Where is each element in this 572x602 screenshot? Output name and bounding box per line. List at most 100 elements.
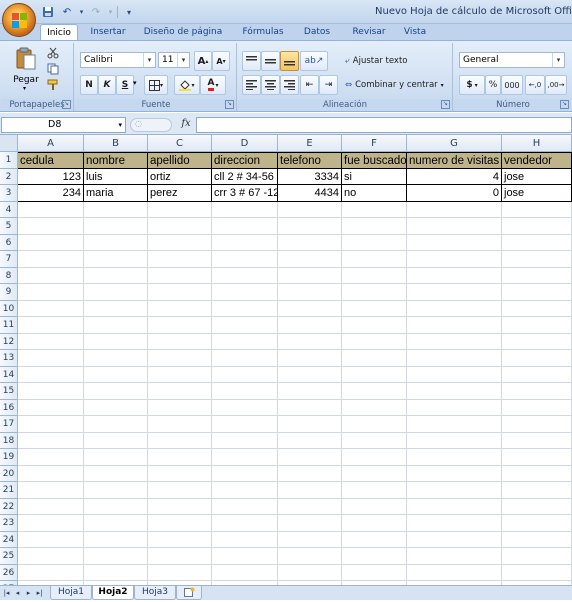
cell-c9[interactable] [148,284,212,301]
cell-d13[interactable] [212,350,278,367]
cell-c14[interactable] [148,366,212,383]
cell-c25[interactable] [148,548,212,565]
formula-input[interactable] [196,117,572,133]
cell-b6[interactable] [84,234,148,251]
cell-f14[interactable] [342,366,407,383]
tab-diseno-pagina[interactable]: Diseño de página [140,24,226,40]
cell-b23[interactable] [84,515,148,532]
cell-g4[interactable] [407,201,502,218]
column-header-a[interactable]: A [18,135,84,152]
cell-a21[interactable] [18,482,84,499]
cell-a17[interactable] [18,416,84,433]
column-header-d[interactable]: D [212,135,278,152]
undo-dropdown-icon[interactable]: ▾ [78,5,85,20]
cell-g1[interactable]: numero de visitas [407,152,502,169]
align-left-button[interactable] [242,75,261,95]
cell-a9[interactable] [18,284,84,301]
cell-e7[interactable] [278,251,342,268]
cell-d21[interactable] [212,482,278,499]
cell-g2[interactable]: 4 [407,168,502,185]
row-header-24[interactable]: 24 [0,531,18,548]
cell-c13[interactable] [148,350,212,367]
cell-d9[interactable] [212,284,278,301]
cell-h23[interactable] [502,515,572,532]
cell-b7[interactable] [84,251,148,268]
cell-b19[interactable] [84,449,148,466]
decrease-indent-button[interactable]: ⇤ [300,75,319,95]
cell-c6[interactable] [148,234,212,251]
clipboard-launcher-icon[interactable]: ↘ [62,100,71,109]
cell-b26[interactable] [84,564,148,581]
cell-c3[interactable]: perez [148,185,212,202]
cell-f22[interactable] [342,498,407,515]
row-header-25[interactable]: 25 [0,548,18,565]
cell-b25[interactable] [84,548,148,565]
cell-a23[interactable] [18,515,84,532]
row-header-9[interactable]: 9 [0,284,18,301]
cell-e1[interactable]: telefono [278,152,342,169]
row-header-18[interactable]: 18 [0,432,18,449]
cell-d12[interactable] [212,333,278,350]
cell-h2[interactable]: jose [502,168,572,185]
row-header-21[interactable]: 21 [0,482,18,499]
first-sheet-icon[interactable]: |◂ [2,588,11,598]
cell-f21[interactable] [342,482,407,499]
row-header-12[interactable]: 12 [0,333,18,350]
cell-e14[interactable] [278,366,342,383]
cell-d22[interactable] [212,498,278,515]
cell-c5[interactable] [148,218,212,235]
cell-f16[interactable] [342,399,407,416]
cell-f20[interactable] [342,465,407,482]
cell-h24[interactable] [502,531,572,548]
cell-f15[interactable] [342,383,407,400]
cell-c23[interactable] [148,515,212,532]
row-header-23[interactable]: 23 [0,515,18,532]
tab-datos[interactable]: Datos [298,24,336,40]
cell-f26[interactable] [342,564,407,581]
sheet-tab-hoja1[interactable]: Hoja1 [50,586,92,600]
underline-dropdown-icon[interactable]: ▾ [133,79,137,87]
cell-e8[interactable] [278,267,342,284]
cell-h22[interactable] [502,498,572,515]
cell-c7[interactable] [148,251,212,268]
cell-d26[interactable] [212,564,278,581]
cell-a12[interactable] [18,333,84,350]
cell-d8[interactable] [212,267,278,284]
cell-b2[interactable]: luis [84,168,148,185]
cell-c18[interactable] [148,432,212,449]
cell-h19[interactable] [502,449,572,466]
font-size-select[interactable]: 11 ▾ [158,52,190,68]
cell-b16[interactable] [84,399,148,416]
cell-h20[interactable] [502,465,572,482]
cell-d18[interactable] [212,432,278,449]
cell-h3[interactable]: jose [502,185,572,202]
cell-f1[interactable]: fue buscado [342,152,407,169]
cell-d20[interactable] [212,465,278,482]
cell-e24[interactable] [278,531,342,548]
paste-button[interactable]: Pegar ▾ [9,45,43,92]
cell-e18[interactable] [278,432,342,449]
row-header-7[interactable]: 7 [0,251,18,268]
tab-inicio[interactable]: Inicio [40,24,78,41]
cell-b11[interactable] [84,317,148,334]
next-sheet-icon[interactable]: ▸ [24,588,33,598]
number-launcher-icon[interactable]: ↘ [560,100,569,109]
last-sheet-icon[interactable]: ▸| [35,588,44,598]
cell-f2[interactable]: si [342,168,407,185]
cell-c4[interactable] [148,201,212,218]
cell-a6[interactable] [18,234,84,251]
cell-c20[interactable] [148,465,212,482]
cell-d19[interactable] [212,449,278,466]
cell-h4[interactable] [502,201,572,218]
cell-h9[interactable] [502,284,572,301]
cell-g17[interactable] [407,416,502,433]
cell-d25[interactable] [212,548,278,565]
cell-b22[interactable] [84,498,148,515]
cell-e16[interactable] [278,399,342,416]
cell-h21[interactable] [502,482,572,499]
cell-c21[interactable] [148,482,212,499]
row-header-10[interactable]: 10 [0,300,18,317]
cell-a20[interactable] [18,465,84,482]
cell-a11[interactable] [18,317,84,334]
cell-h25[interactable] [502,548,572,565]
